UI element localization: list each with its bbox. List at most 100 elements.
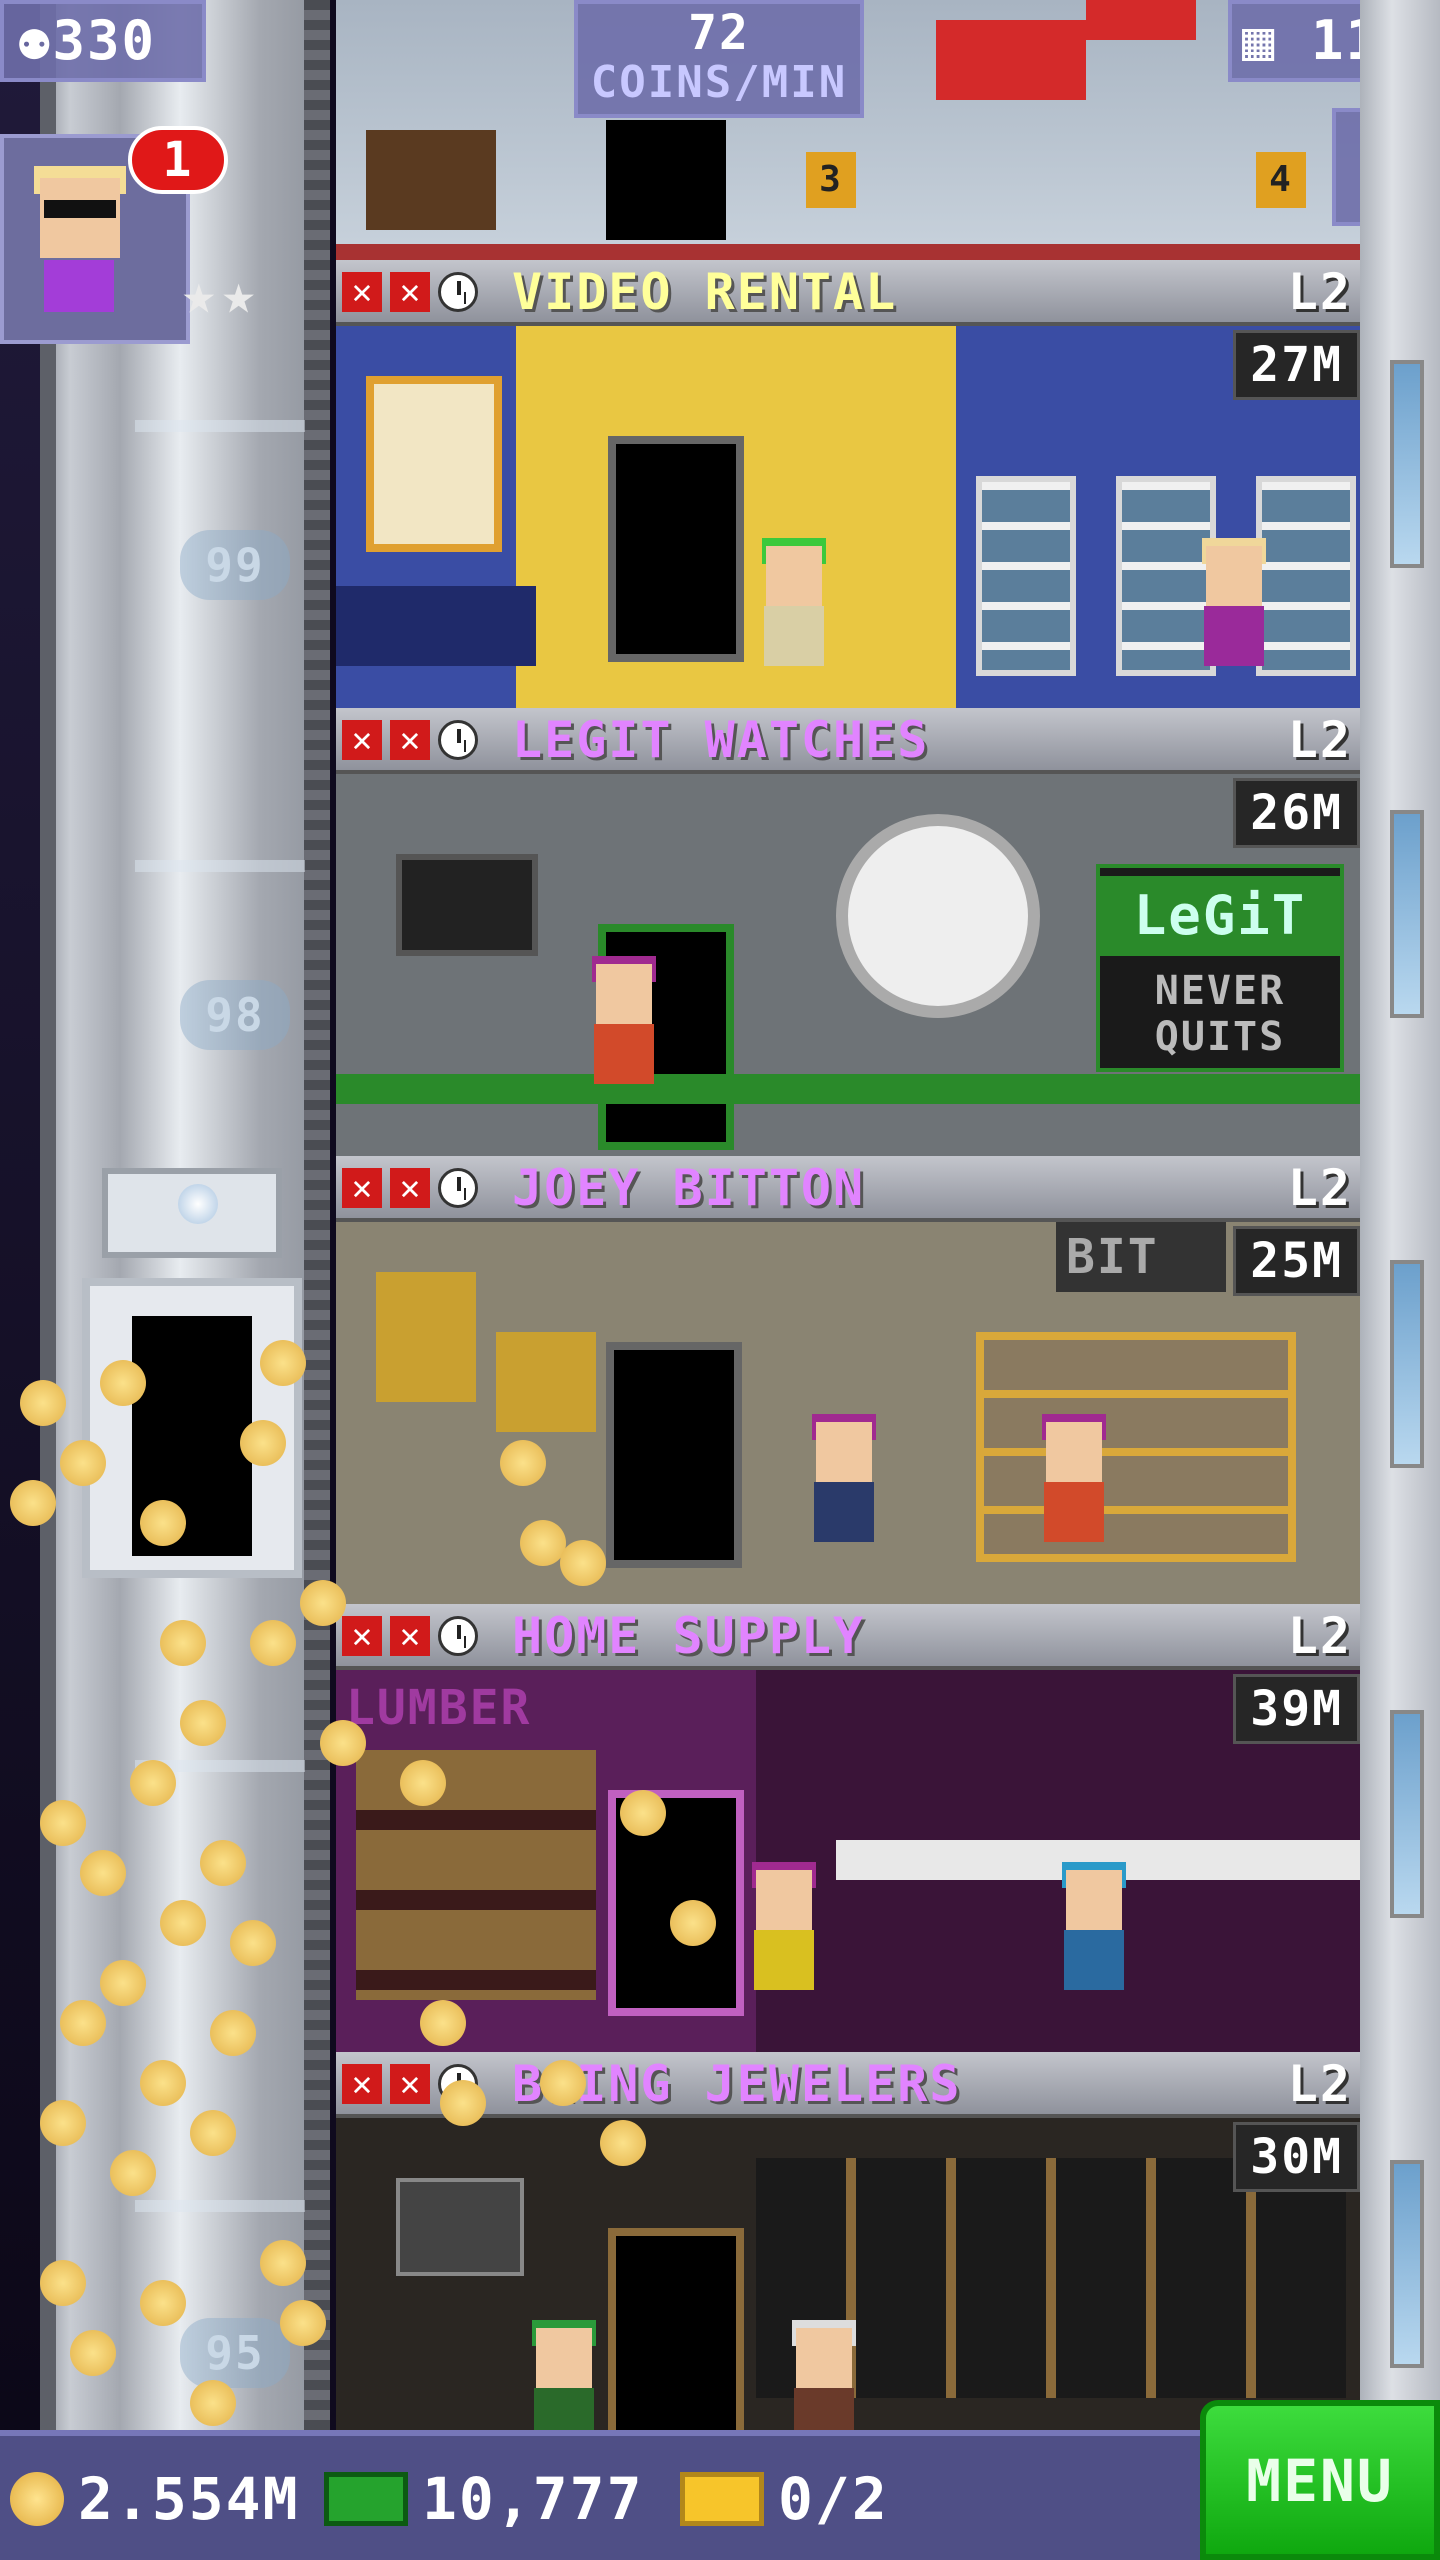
poster bbox=[366, 376, 502, 552]
falling-coin[interactable] bbox=[260, 2240, 306, 2286]
floor-level: L2 bbox=[1287, 1159, 1352, 1217]
x-icon: ✕ bbox=[390, 1168, 430, 1208]
bitizen[interactable] bbox=[756, 538, 826, 676]
legit-logo: LeGiT bbox=[1100, 876, 1340, 956]
bitizen[interactable] bbox=[526, 2320, 596, 2430]
video-shelf bbox=[976, 476, 1076, 676]
falling-coin[interactable] bbox=[420, 2000, 466, 2046]
floor-bling-jewelers[interactable]: ✕ ✕ BLING JEWELERS L2 30M bbox=[336, 2052, 1360, 2430]
falling-coin[interactable] bbox=[600, 2120, 646, 2166]
falling-coin[interactable] bbox=[230, 1920, 276, 1966]
bitizen[interactable] bbox=[786, 2320, 856, 2430]
legit-sign: LeGiT NEVER QUITS bbox=[1096, 864, 1344, 1072]
falling-coin[interactable] bbox=[300, 1580, 346, 1626]
falling-coin[interactable] bbox=[80, 1850, 126, 1896]
floor-joey-bitton[interactable]: BIT ✕ ✕ JOEY BITTON L2 25M bbox=[336, 1156, 1360, 1604]
falling-coin[interactable] bbox=[540, 2060, 586, 2106]
falling-coin[interactable] bbox=[260, 1340, 306, 1386]
tower-window bbox=[1390, 810, 1424, 1018]
shaft-floor-number: 98 bbox=[180, 980, 290, 1050]
floor-legit-watches[interactable]: LeGiT NEVER QUITS ✕ ✕ LEGIT WATCHES L2 2… bbox=[336, 708, 1360, 1156]
floor-door bbox=[608, 2228, 744, 2430]
population-icon: ⚉ bbox=[18, 9, 53, 72]
falling-coin[interactable] bbox=[140, 1500, 186, 1546]
x-icon: ✕ bbox=[342, 2064, 382, 2104]
falling-coin[interactable] bbox=[200, 1840, 246, 1886]
x-icon: ✕ bbox=[342, 272, 382, 312]
tickets-total[interactable]: 0/2 bbox=[680, 2454, 889, 2544]
legit-slogan: QUITS bbox=[1154, 1014, 1286, 1060]
clock-decor bbox=[836, 814, 1040, 1018]
falling-coin[interactable] bbox=[620, 1790, 666, 1836]
handbag-shelf bbox=[976, 1332, 1296, 1562]
falling-coin[interactable] bbox=[70, 2330, 116, 2376]
falling-coin[interactable] bbox=[400, 1760, 446, 1806]
floor-door bbox=[606, 1342, 742, 1568]
frame bbox=[376, 1272, 476, 1402]
falling-coin[interactable] bbox=[190, 2380, 236, 2426]
falling-coin[interactable] bbox=[60, 1440, 106, 1486]
bitizen[interactable] bbox=[746, 1862, 816, 2000]
falling-coin[interactable] bbox=[40, 2100, 86, 2146]
falling-coin[interactable] bbox=[190, 2110, 236, 2156]
shaft-floor-number: 99 bbox=[180, 530, 290, 600]
bitizen[interactable] bbox=[586, 956, 656, 1094]
falling-coin[interactable] bbox=[160, 1900, 206, 1946]
bitizen[interactable] bbox=[1196, 538, 1266, 676]
shaft-stripe bbox=[135, 860, 305, 872]
night-sky bbox=[0, 0, 40, 2430]
x-icon: ✕ bbox=[390, 1616, 430, 1656]
bitizen[interactable] bbox=[1056, 1862, 1126, 2000]
falling-coin[interactable] bbox=[670, 1900, 716, 1946]
falling-coin[interactable] bbox=[520, 1520, 566, 1566]
falling-coin[interactable] bbox=[280, 2300, 326, 2346]
floor-stock-value: 27M bbox=[1233, 330, 1360, 400]
bux-value: 10,777 bbox=[422, 2465, 644, 2533]
shaft-rail bbox=[40, 0, 56, 2430]
falling-coin[interactable] bbox=[40, 2260, 86, 2306]
coins-total[interactable]: 2.554M bbox=[10, 2454, 300, 2544]
falling-coin[interactable] bbox=[20, 1380, 66, 1426]
clock-icon bbox=[438, 272, 478, 312]
falling-coin[interactable] bbox=[160, 1620, 206, 1666]
x-icon: ✕ bbox=[342, 720, 382, 760]
falling-coin[interactable] bbox=[560, 1540, 606, 1586]
floor-video-rental[interactable]: ✕ ✕ VIDEO RENTAL L2 27M bbox=[336, 260, 1360, 708]
falling-coin[interactable] bbox=[180, 1700, 226, 1746]
floor-home-supply[interactable]: LUMBER ✕ ✕ HOME SUPPLY L2 39M bbox=[336, 1604, 1360, 2052]
falling-coin[interactable] bbox=[140, 2280, 186, 2326]
floor-name: JOEY BITTON bbox=[512, 1159, 866, 1217]
x-icon: ✕ bbox=[342, 1616, 382, 1656]
falling-coin[interactable] bbox=[210, 2010, 256, 2056]
falling-coin[interactable] bbox=[100, 1360, 146, 1406]
notification-badge[interactable]: 1 bbox=[128, 126, 228, 194]
coins-rate-display: 72 COINS/MIN bbox=[574, 0, 864, 118]
falling-coin[interactable] bbox=[440, 2080, 486, 2126]
floor-door bbox=[606, 120, 726, 240]
elevator-lamp bbox=[178, 1184, 218, 1224]
falling-coin[interactable] bbox=[240, 1420, 286, 1466]
menu-button[interactable]: MENU bbox=[1200, 2400, 1440, 2560]
falling-coin[interactable] bbox=[100, 1960, 146, 2006]
falling-coin[interactable] bbox=[110, 2150, 156, 2196]
falling-coin[interactable] bbox=[500, 1440, 546, 1486]
population-display[interactable]: ⚉330 bbox=[0, 0, 206, 82]
falling-coin[interactable] bbox=[60, 2000, 106, 2046]
tower-window bbox=[1390, 2160, 1424, 2368]
coins-value: 2.554M bbox=[78, 2465, 300, 2533]
floor-status-flags: ✕ ✕ bbox=[342, 720, 478, 760]
bitizen[interactable] bbox=[1036, 1414, 1106, 1552]
floor-status-flags: ✕ ✕ bbox=[342, 272, 478, 312]
falling-coin[interactable] bbox=[40, 1800, 86, 1846]
bitizen[interactable] bbox=[806, 1414, 876, 1552]
falling-coin[interactable] bbox=[140, 2060, 186, 2106]
floor-name: LEGIT WATCHES bbox=[512, 711, 930, 769]
falling-coin[interactable] bbox=[320, 1720, 366, 1766]
bux-total[interactable]: 10,777 bbox=[324, 2454, 644, 2544]
falling-coin[interactable] bbox=[10, 1480, 56, 1526]
falling-coin[interactable] bbox=[130, 1760, 176, 1806]
floor-scene: LeGiT NEVER QUITS bbox=[336, 774, 1360, 1156]
floor-number-sign: 4 bbox=[1256, 152, 1306, 208]
falling-coin[interactable] bbox=[250, 1620, 296, 1666]
x-icon: ✕ bbox=[390, 720, 430, 760]
